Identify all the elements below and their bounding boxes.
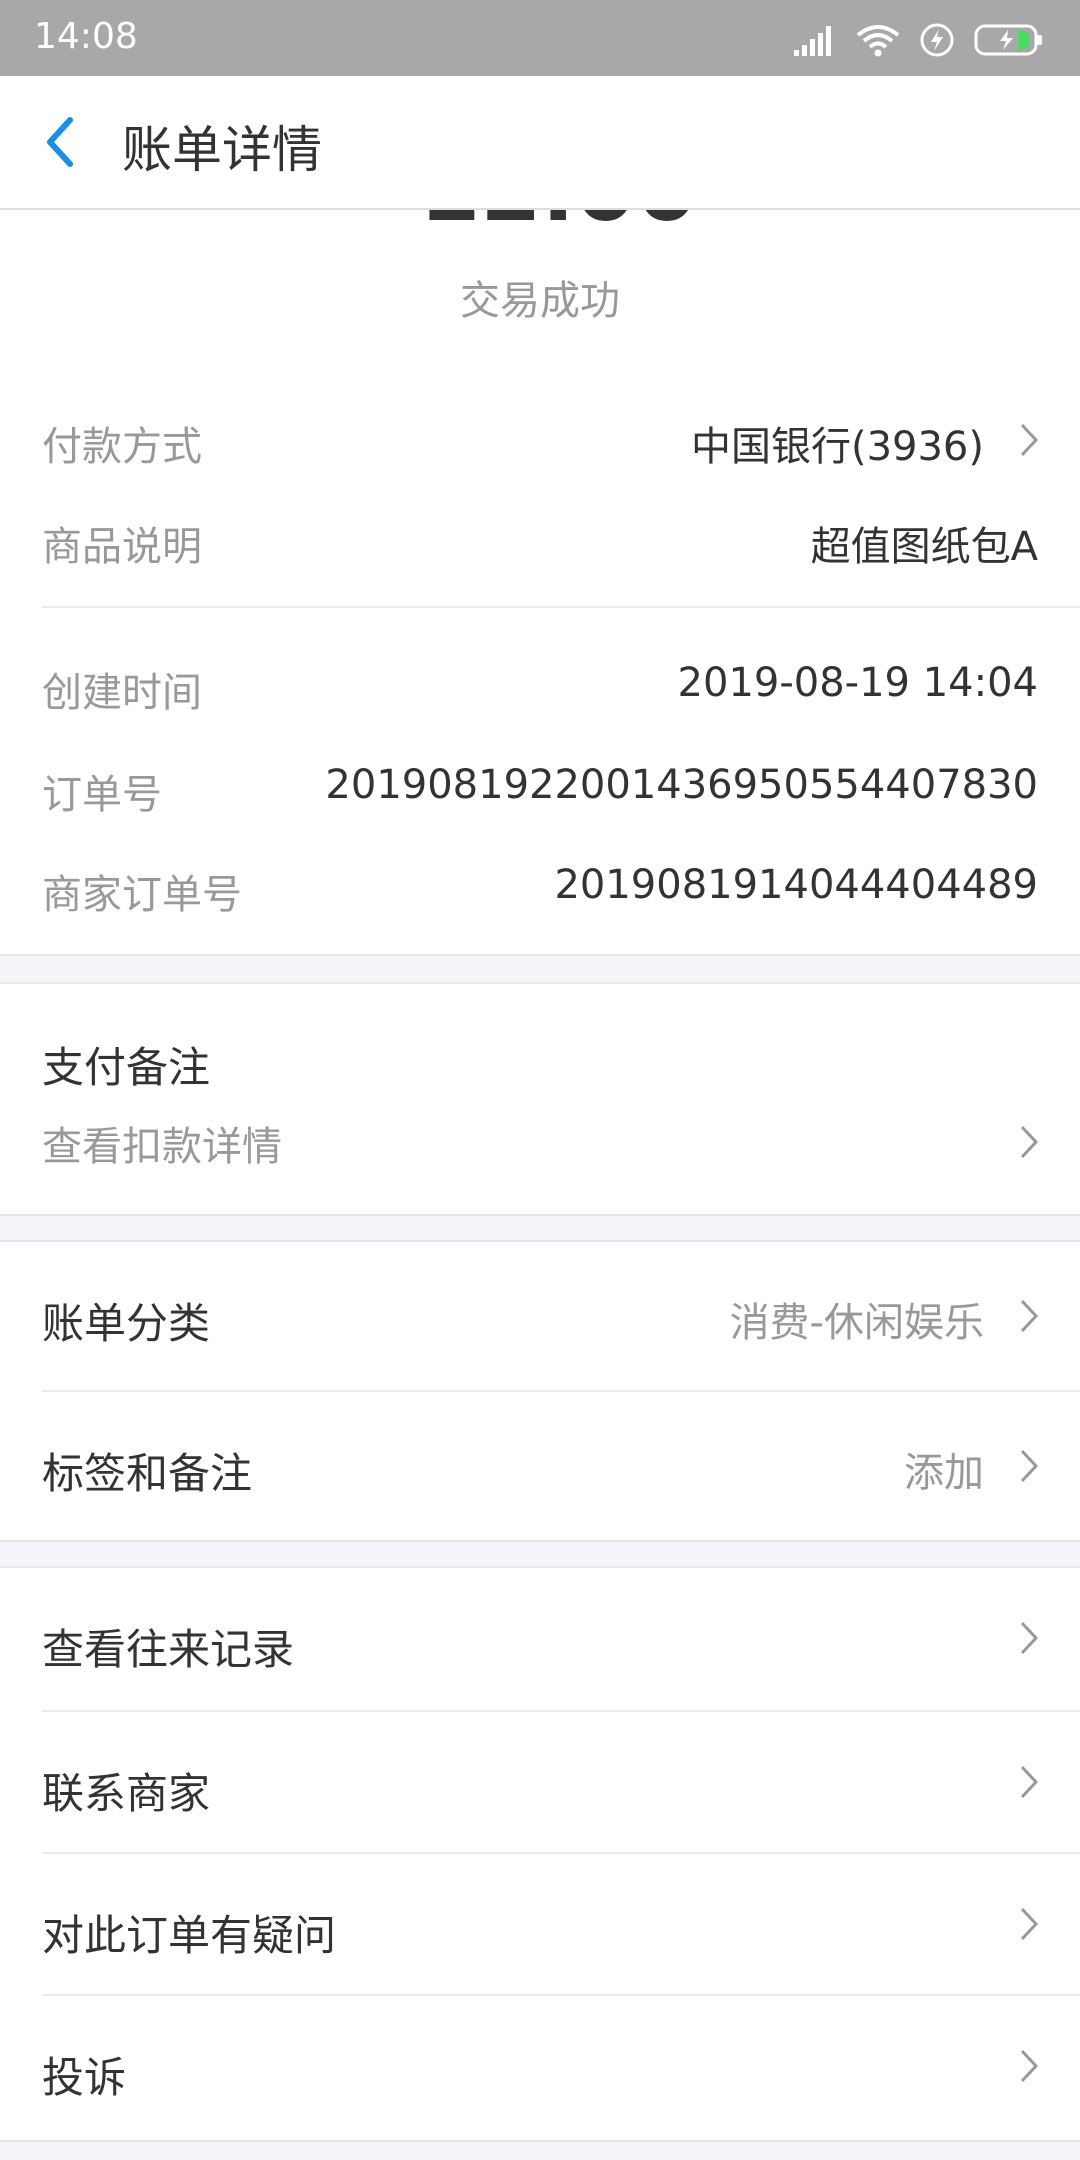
product-desc-row: 商品说明 超值图纸包A <box>0 504 1080 574</box>
wifi-icon <box>856 25 900 57</box>
status-icons <box>794 20 1044 60</box>
order-question-row[interactable]: 对此订单有疑问 <box>0 1854 1080 1996</box>
payment-method-row[interactable]: 付款方式 中国银行(3936) <box>0 404 1080 474</box>
payment-note-title: 支付备注 <box>42 1043 211 1092</box>
tags-notes-label: 标签和备注 <box>42 1449 253 1498</box>
chevron-right-icon <box>1020 1299 1039 1333</box>
trade-status: 交易成功 <box>460 278 620 324</box>
contact-merchant-row[interactable]: 联系商家 <box>0 1712 1080 1854</box>
created-time-value: 2019-08-19 14:04 <box>677 660 1038 706</box>
chevron-right-icon <box>1020 2049 1039 2083</box>
order-no-label: 订单号 <box>42 772 162 818</box>
classification-section: 账单分类 消费-休闲娱乐 标签和备注 添加 <box>0 1240 1080 1542</box>
view-history-row[interactable]: 查看往来记录 <box>0 1568 1080 1710</box>
status-bar: 14:08 <box>0 0 1080 76</box>
created-time-row: 创建时间 2019-08-19 14:04 <box>0 650 1080 720</box>
bill-category-value: 消费-休闲娱乐 <box>729 1300 984 1346</box>
divider <box>42 606 1080 608</box>
chevron-right-icon <box>1020 1125 1039 1159</box>
tags-notes-value: 添加 <box>904 1450 984 1496</box>
tags-notes-row[interactable]: 标签和备注 添加 <box>0 1392 1080 1538</box>
payment-method-label: 付款方式 <box>42 424 202 470</box>
chevron-right-icon <box>1020 1765 1039 1799</box>
bill-category-label: 账单分类 <box>42 1299 211 1348</box>
view-history-label: 查看往来记录 <box>42 1625 295 1674</box>
chevron-right-icon <box>1020 423 1039 457</box>
complaint-row[interactable]: 投诉 <box>0 1996 1080 2138</box>
contact-merchant-label: 联系商家 <box>42 1769 211 1818</box>
view-deduction-details-link[interactable]: 查看扣款详情 <box>0 1102 1080 1182</box>
order-question-label: 对此订单有疑问 <box>42 1911 337 1960</box>
merchant-order-no-value: 2019081914044404489 <box>554 862 1038 908</box>
payment-method-value: 中国银行(3936) <box>690 424 984 470</box>
product-desc-value: 超值图纸包A <box>810 524 1038 570</box>
merchant-order-no-row: 商家订单号 2019081914044404489 <box>0 852 1080 922</box>
chevron-right-icon <box>1020 1449 1039 1483</box>
nav-bar: 账单详情 <box>0 76 1080 210</box>
signal-icon <box>794 26 831 56</box>
payment-note-section: 支付备注 查看扣款详情 <box>0 982 1080 1216</box>
chevron-left-icon[interactable] <box>40 114 80 170</box>
chevron-right-icon <box>1020 1907 1039 1941</box>
battery-icon <box>974 24 1042 56</box>
complaint-label: 投诉 <box>42 2053 127 2102</box>
chevron-right-icon <box>1020 1621 1039 1655</box>
view-deduction-details-label: 查看扣款详情 <box>42 1124 282 1170</box>
amount-text: -12.00 <box>0 210 1080 222</box>
amount-fragment: -12.00 <box>0 210 1080 222</box>
status-time: 14:08 <box>34 16 138 57</box>
page-title: 账单详情 <box>122 121 322 179</box>
order-no-row: 订单号 2019081922001436950554407830 <box>0 752 1080 822</box>
merchant-order-no-label: 商家订单号 <box>42 872 242 918</box>
charging-bolt-icon <box>920 23 954 57</box>
actions-section: 查看往来记录 联系商家 对此订单有疑问 投诉 <box>0 1566 1080 2142</box>
bill-details-section: 交易成功 付款方式 中国银行(3936) 商品说明 超值图纸包A 创建时间 20… <box>0 208 1080 956</box>
created-time-label: 创建时间 <box>42 670 202 716</box>
bill-category-row[interactable]: 账单分类 消费-休闲娱乐 <box>0 1242 1080 1388</box>
order-no-value: 2019081922001436950554407830 <box>325 762 1038 808</box>
product-desc-label: 商品说明 <box>42 524 202 570</box>
